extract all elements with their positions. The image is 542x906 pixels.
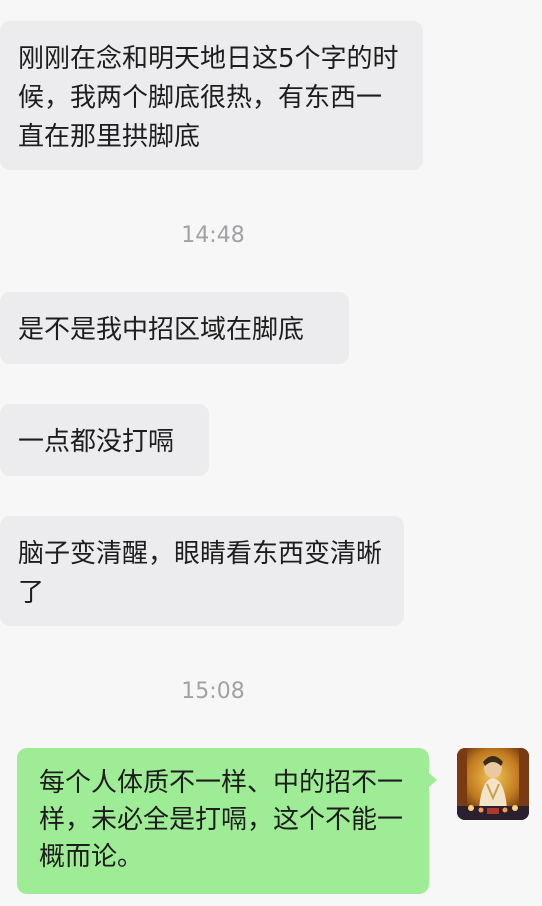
message-timestamp: 15:08 [181,679,245,704]
message-timestamp: 14:48 [181,223,245,248]
incoming-message-bubble[interactable]: 一点都没打嗝 [0,404,209,476]
outgoing-message-bubble[interactable]: 每个人体质不一样、中的招不一样，未必全是打嗝，这个不能一概而论。 [17,748,429,894]
self-avatar-icon[interactable] [457,748,529,820]
incoming-message-bubble[interactable]: 脑子变清醒，眼睛看东西变清晰了 [0,516,404,626]
outgoing-bubble-tail [428,772,437,788]
incoming-message-bubble[interactable]: 是不是我中招区域在脚底 [0,292,349,364]
incoming-message-bubble[interactable]: 刚刚在念和明天地日这5个字的时候，我两个脚底很热，有东西一直在那里拱脚底 [0,21,423,170]
